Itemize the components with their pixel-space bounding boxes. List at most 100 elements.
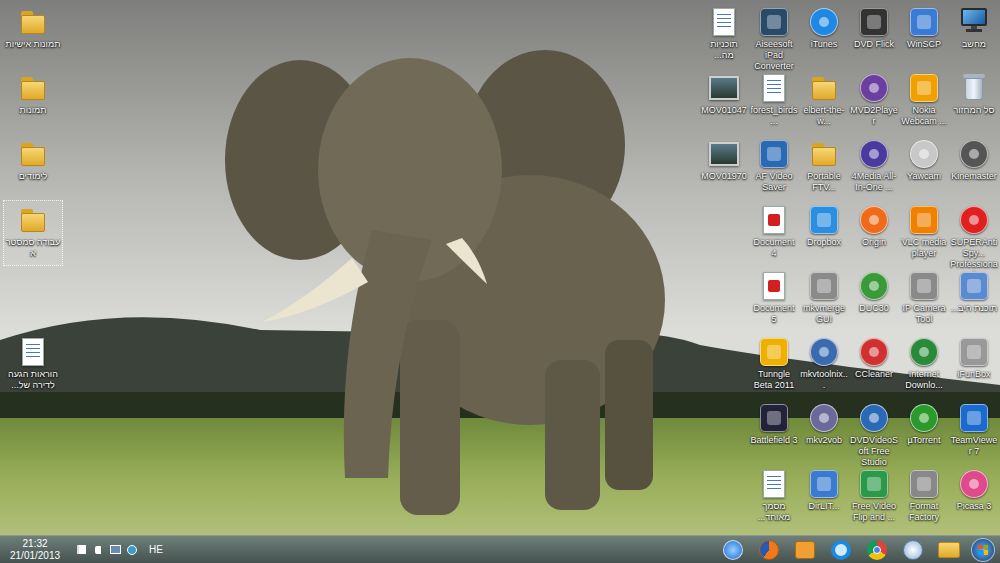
desktop-icon[interactable]: DVDVideoSoft Free Studio — [849, 398, 899, 464]
explorer-folder-icon[interactable] — [932, 537, 966, 563]
action-center-flag-icon[interactable] — [74, 543, 88, 557]
desktop-icon[interactable]: מסמך מאוחד... — [749, 464, 799, 530]
app-tray-icon[interactable] — [125, 543, 139, 557]
desktop-icon-label: Format Factory — [900, 501, 948, 523]
desktop-icon-label: DUC30 — [850, 303, 898, 314]
app-icon — [860, 404, 888, 432]
desktop-icon[interactable]: Tunngle Beta 2011 — [749, 332, 799, 398]
desktop-icon[interactable]: תמונות — [3, 68, 63, 134]
desktop-icon-label: CCleaner — [850, 369, 898, 380]
desktop-icon[interactable]: Aiseesoft iPad Converter ... — [749, 2, 799, 68]
desktop-icon[interactable]: MOV01970 — [699, 134, 749, 200]
desktop-icon-label: MOV01047 — [700, 105, 748, 116]
document-icon — [763, 470, 785, 498]
desktop-icon[interactable]: תמונות אישיות — [3, 2, 63, 68]
video-icon — [709, 76, 739, 100]
windows-logo-icon — [971, 538, 995, 562]
language-indicator[interactable]: HE — [145, 542, 167, 557]
desktop-icon[interactable]: VLC media player — [899, 200, 949, 266]
teamviewer-pinned-icon[interactable] — [716, 537, 750, 563]
desktop-icon[interactable]: Document 4 — [749, 200, 799, 266]
desktop-icon[interactable]: SUPERAntiSpy... Professional — [949, 200, 999, 266]
left-icon-column: תמונות אישיות תמונות לימודים עבודה סמסטר א ה… — [0, 2, 63, 535]
desktop-icon[interactable]: Battlefield 3 — [749, 398, 799, 464]
desktop-icon-label: תמונות אישיות — [4, 39, 62, 50]
desktop-icon[interactable]: Kinemaster — [949, 134, 999, 200]
desktop-icon[interactable]: forest_birds... — [749, 68, 799, 134]
desktop-icon-label: Tunngle Beta 2011 — [750, 369, 798, 391]
desktop-icon[interactable]: Free Video Flip and ... — [849, 464, 899, 530]
desktop-icon-label: iFunBox — [950, 369, 998, 380]
desktop-icon[interactable]: TeamViewer 7 — [949, 398, 999, 464]
desktop-icon[interactable]: DirLIT... — [799, 464, 849, 530]
desktop-icon[interactable]: לימודים — [3, 134, 63, 200]
desktop-icon-label: Nokia Webcam ... — [900, 105, 948, 127]
desktop-icon[interactable]: iFunBox — [949, 332, 999, 398]
desktop-icon[interactable]: סל המחזור — [949, 68, 999, 134]
app-icon — [860, 338, 888, 366]
desktop-icon[interactable]: Picasa 3 — [949, 464, 999, 530]
app-icon — [960, 206, 988, 234]
desktop-icon[interactable]: µTorrent — [899, 398, 949, 464]
desktop-icon[interactable]: Yawcam — [899, 134, 949, 200]
desktop-icon[interactable]: Document 5 — [749, 266, 799, 332]
pdf-icon — [763, 272, 785, 300]
desktop-icon[interactable]: Format Factory — [899, 464, 949, 530]
folder-icon — [810, 141, 838, 167]
video-icon — [709, 142, 739, 166]
app-icon — [910, 8, 938, 36]
app-icon — [760, 140, 788, 168]
chrome-icon[interactable] — [860, 537, 894, 563]
desktop-icon[interactable]: MVD2Player — [849, 68, 899, 134]
network-icon[interactable] — [108, 543, 122, 557]
desktop-icon[interactable]: Internet Downlo... — [899, 332, 949, 398]
desktop-icon-label: Picasa 3 — [950, 501, 998, 512]
start-button[interactable] — [968, 536, 998, 563]
desktop-icon[interactable]: הוראות הגעה לדירה של... — [3, 332, 63, 398]
app-icon — [760, 404, 788, 432]
desktop-icon-label: Yawcam — [900, 171, 948, 182]
volume-icon[interactable] — [91, 543, 105, 557]
desktop-icon-label: IP Camera Tool — [900, 303, 948, 325]
desktop-icon[interactable]: iTunes — [799, 2, 849, 68]
document-icon — [713, 8, 735, 36]
desktop-icon-label: סל המחזור — [950, 105, 998, 116]
desktop-icon[interactable]: AF Video Saver — [749, 134, 799, 200]
folder-icon — [19, 141, 47, 167]
desktop-icon[interactable]: Dropbox — [799, 200, 849, 266]
clock-time: 21:32 — [23, 538, 48, 550]
right-icon-grid: תוכניות מה...Aiseesoft iPad Converter ..… — [699, 2, 1000, 535]
app-icon — [910, 272, 938, 300]
desktop-icon[interactable]: MOV01047 — [699, 68, 749, 134]
desktop-icon[interactable]: IP Camera Tool — [899, 266, 949, 332]
taskbar: 21:3221/01/2013 HE — [0, 535, 1000, 563]
desktop-icon-label: AF Video Saver — [750, 171, 798, 193]
desktop-icon[interactable]: Nokia Webcam ... — [899, 68, 949, 134]
internet-explorer-icon[interactable] — [824, 537, 858, 563]
desktop-icon[interactable]: mkv2vob — [799, 398, 849, 464]
desktop-icon-label: לימודים — [4, 171, 62, 182]
desktop-icon[interactable]: WinSCP — [899, 2, 949, 68]
desktop-icon[interactable]: מחשב — [949, 2, 999, 68]
desktop-icon[interactable]: DVD Flick — [849, 2, 899, 68]
firefox-icon[interactable] — [752, 537, 786, 563]
desktop-icon[interactable]: 4Media All-In-One ... — [849, 134, 899, 200]
desktop-icon[interactable]: mkvtoolnix... — [799, 332, 849, 398]
desktop-icon[interactable]: mkvmerge GUI — [799, 266, 849, 332]
desktop-icon[interactable]: תוכנת חיב... — [949, 266, 999, 332]
desktop-icon[interactable]: elbert-the-w... — [799, 68, 849, 134]
desktop-icon-label: Portable FTV... — [800, 171, 848, 193]
desktop-icon[interactable]: DUC30 — [849, 266, 899, 332]
desktop-icon[interactable]: Portable FTV... — [799, 134, 849, 200]
desktop-icon[interactable]: עבודה סמסטר א — [3, 200, 63, 266]
desktop-screen: תמונות אישיות תמונות לימודים עבודה סמסטר א ה… — [0, 0, 1000, 563]
windows-media-player-icon[interactable] — [896, 537, 930, 563]
app-icon — [810, 404, 838, 432]
icon-row: MOV01970AF Video SaverPortable FTV...4Me… — [699, 134, 999, 200]
desktop-icon[interactable]: CCleaner — [849, 332, 899, 398]
desktop-icon[interactable]: Origin — [849, 200, 899, 266]
app-icon — [810, 338, 838, 366]
desktop-icon[interactable]: תוכניות מה... — [699, 2, 749, 68]
media-player-icon[interactable] — [788, 537, 822, 563]
clock[interactable]: 21:3221/01/2013 — [2, 538, 68, 562]
